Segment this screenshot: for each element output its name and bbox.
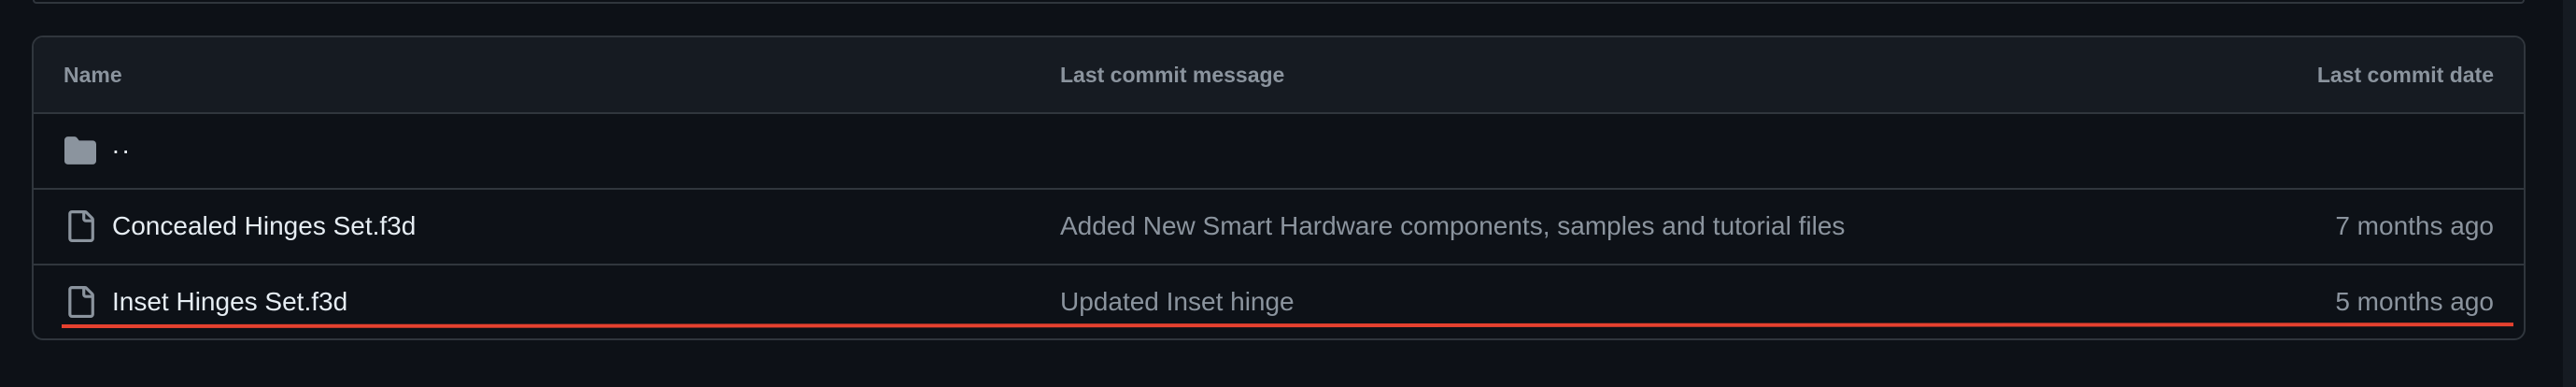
commit-date: 5 months ago xyxy=(2335,287,2494,316)
file-list-table: Name Last commit message Last commit dat… xyxy=(32,36,2526,340)
header-last-commit-message: Last commit message xyxy=(1060,63,1285,87)
header-name: Name xyxy=(64,63,122,87)
vertical-scrollbar[interactable] xyxy=(2563,0,2576,387)
previous-panel-edge xyxy=(33,0,2525,4)
commit-date: 7 months ago xyxy=(2335,211,2494,240)
table-header: Name Last commit message Last commit dat… xyxy=(34,37,2524,114)
file-icon xyxy=(68,210,94,242)
parent-directory-row[interactable]: .. xyxy=(34,114,2524,190)
commit-message-link[interactable]: Updated Inset hinge xyxy=(1060,287,1295,317)
folder-icon xyxy=(64,136,96,165)
file-icon xyxy=(68,286,94,318)
table-row[interactable]: Concealed Hinges Set.f3d Added New Smart… xyxy=(34,190,2524,265)
file-name-link[interactable]: Inset Hinges Set.f3d xyxy=(112,287,347,317)
header-last-commit-date: Last commit date xyxy=(2316,63,2494,87)
table-row[interactable]: Inset Hinges Set.f3d Updated Inset hinge… xyxy=(34,265,2524,338)
file-name-link[interactable]: Concealed Hinges Set.f3d xyxy=(112,211,416,241)
commit-message-link[interactable]: Added New Smart Hardware components, sam… xyxy=(1060,211,1845,241)
parent-directory-link[interactable]: .. xyxy=(112,130,133,160)
